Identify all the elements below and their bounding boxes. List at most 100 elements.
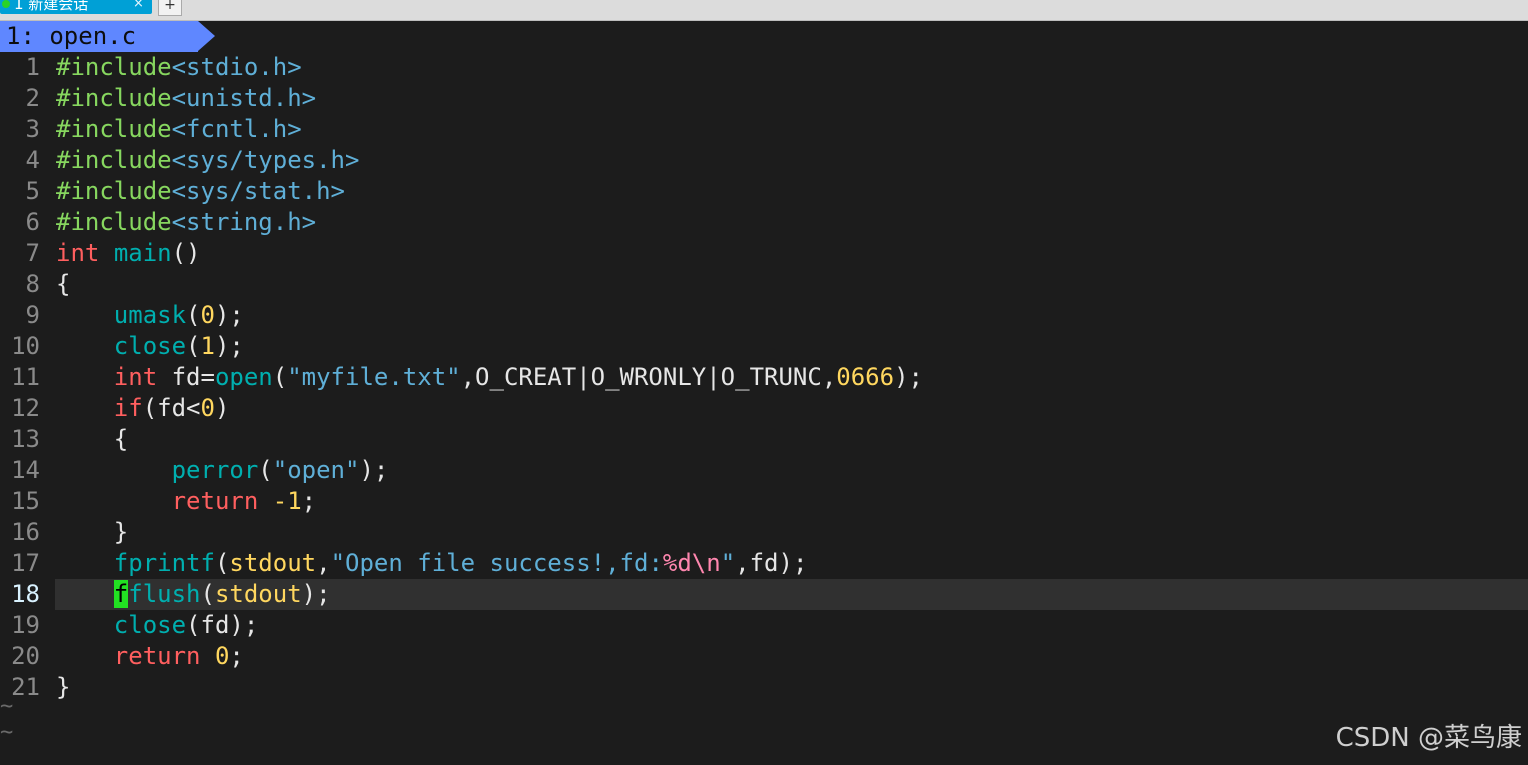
code-line[interactable]: 12 if(fd<0) (0, 393, 1528, 424)
code-token: ); (301, 580, 331, 608)
code-token: "open" (272, 456, 360, 484)
connection-status-icon (2, 0, 10, 8)
code-line[interactable]: 15 return -1; (0, 486, 1528, 517)
line-number: 7 (25, 239, 40, 267)
code-line[interactable]: 4 #include<sys/types.h> (0, 145, 1528, 176)
buffer-tab-open-c[interactable]: 1: open.c (0, 21, 198, 52)
code-text: #include<fcntl.h> (55, 114, 1528, 145)
code-line[interactable]: 1 #include<stdio.h> (0, 52, 1528, 83)
code-token: #include (56, 84, 172, 112)
line-number: 9 (25, 301, 40, 329)
line-number: 16 (11, 518, 40, 546)
code-token: ( (258, 456, 273, 484)
code-token: stdout (214, 580, 302, 608)
code-text: close(1); (55, 331, 1528, 362)
code-token: ( (186, 332, 201, 360)
code-token: ( (272, 363, 288, 391)
code-token: main (113, 239, 172, 267)
code-line[interactable]: 3 #include<fcntl.h> (0, 114, 1528, 145)
code-token: #include (56, 208, 172, 236)
code-line[interactable]: 16 } (0, 517, 1528, 548)
empty-line-tilde: ~ (0, 720, 14, 745)
line-number: 15 (11, 487, 40, 515)
code-line[interactable]: 9 umask(0); (0, 300, 1528, 331)
vim-bufferline: 1: open.c (0, 21, 1528, 52)
code-token: 0666 (836, 363, 895, 391)
code-line[interactable]: 14 perror("open"); (0, 455, 1528, 486)
code-token: %d\n (662, 549, 721, 577)
code-token: () (171, 239, 201, 267)
code-token: , (316, 549, 331, 577)
code-token: ; (301, 487, 317, 515)
line-number: 19 (11, 611, 40, 639)
code-token: #include (56, 115, 172, 143)
code-line[interactable]: 6 #include<string.h> (0, 207, 1528, 238)
code-token: ( (186, 301, 201, 329)
watermark: CSDN @菜鸟康 (1335, 723, 1522, 753)
code-token: } (56, 673, 71, 701)
code-token: 0 (200, 301, 215, 329)
code-token: ( (214, 549, 230, 577)
code-text: #include<unistd.h> (55, 83, 1528, 114)
code-token: return (113, 642, 201, 670)
code-line[interactable]: 7 int main() (0, 238, 1528, 269)
code-line[interactable]: 17 fprintf(stdout,"Open file success!,fd… (0, 548, 1528, 579)
code-line[interactable]: 21} (0, 672, 1528, 703)
code-line[interactable]: 20 return 0; (0, 641, 1528, 672)
code-text: } (55, 672, 1528, 703)
line-number: 17 (11, 549, 40, 577)
code-token: #include (56, 177, 172, 205)
line-number: 5 (25, 177, 40, 205)
code-token: ) (214, 394, 230, 422)
code-line[interactable]: 18 fflush(stdout); (0, 579, 1528, 610)
code-text: if(fd<0) (55, 393, 1528, 424)
line-number: 20 (11, 642, 40, 670)
code-token: (fd); (186, 611, 259, 639)
code-token: if (113, 394, 143, 422)
code-line[interactable]: 11 int fd=open("myfile.txt",O_CREAT|O_WR… (0, 362, 1528, 393)
code-token: ,O_CREAT|O_WRONLY|O_TRUNC, (460, 363, 837, 391)
code-token: perror (171, 456, 259, 484)
code-token: "myfile.txt" (287, 363, 461, 391)
code-line[interactable]: 19 close(fd); (0, 610, 1528, 641)
line-number: 10 (11, 332, 40, 360)
code-line[interactable]: 8{ (0, 269, 1528, 300)
code-token: <stdio.h> (171, 53, 302, 81)
code-token: umask (113, 301, 187, 329)
session-tab[interactable]: 1 新建会话 × (0, 0, 152, 14)
code-line[interactable]: 13 { (0, 424, 1528, 455)
code-token: close (113, 332, 187, 360)
code-token: "Open file success!,fd: (330, 549, 663, 577)
code-token: 0 (200, 394, 215, 422)
code-token: 1 (200, 332, 215, 360)
line-number: 11 (11, 363, 40, 391)
code-text: #include<sys/stat.h> (55, 176, 1528, 207)
code-line[interactable]: 2 #include<unistd.h> (0, 83, 1528, 114)
code-line[interactable]: 10 close(1); (0, 331, 1528, 362)
code-text: { (55, 269, 1528, 300)
code-token: ; (229, 642, 244, 670)
code-token: <string.h> (171, 208, 317, 236)
code-token: (fd< (142, 394, 201, 422)
code-token: open (214, 363, 273, 391)
code-token: ); (359, 456, 389, 484)
code-text: } (55, 517, 1528, 548)
line-number: 12 (11, 394, 40, 422)
code-token: ,fd); (735, 549, 808, 577)
code-line[interactable]: 5 #include<sys/stat.h> (0, 176, 1528, 207)
code-editor[interactable]: 1 #include<stdio.h> 2 #include<unistd.h> 3 #i… (0, 52, 1528, 703)
line-number: 4 (25, 146, 40, 174)
new-tab-button[interactable]: + (158, 0, 182, 16)
code-token: int (113, 363, 158, 391)
code-token: { (56, 270, 71, 298)
close-tab-icon[interactable]: × (133, 0, 144, 14)
